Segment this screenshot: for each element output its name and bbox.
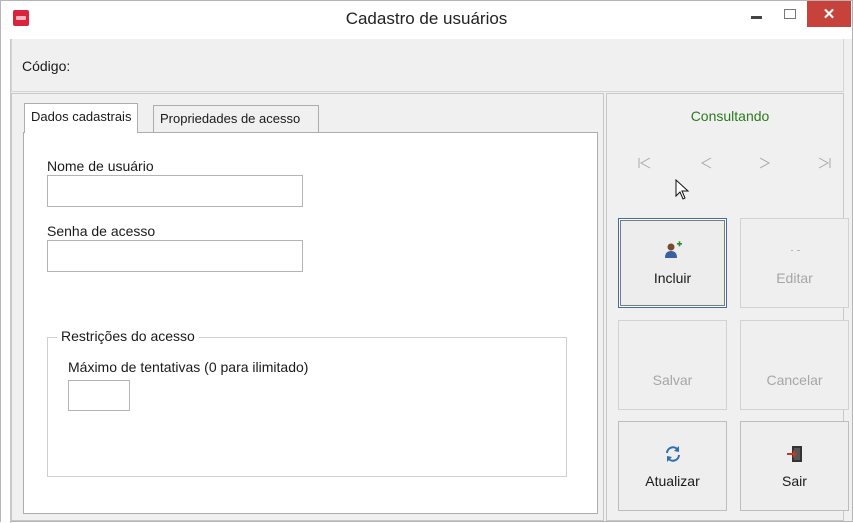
include-button[interactable]: Incluir bbox=[618, 218, 727, 308]
window-title: Cadastro de usuários bbox=[345, 9, 508, 28]
previous-record-icon[interactable] bbox=[700, 157, 712, 169]
password-input[interactable] bbox=[47, 240, 303, 272]
window-left-edge bbox=[1, 39, 11, 523]
code-row: Código: bbox=[11, 39, 844, 92]
include-button-label: Incluir bbox=[653, 270, 692, 286]
next-record-icon[interactable] bbox=[759, 157, 771, 169]
minimize-button[interactable] bbox=[741, 1, 771, 27]
add-user-icon bbox=[663, 240, 683, 262]
last-record-icon[interactable] bbox=[817, 157, 831, 169]
max-attempts-label: Máximo de tentativas (0 para ilimitado) bbox=[68, 359, 309, 375]
first-record-icon[interactable] bbox=[638, 157, 652, 169]
save-button-label: Salvar bbox=[652, 372, 693, 388]
refresh-button-label: Atualizar bbox=[645, 473, 700, 489]
exit-button[interactable]: Sair bbox=[740, 421, 849, 511]
cancel-button-label: Cancelar bbox=[766, 372, 823, 388]
username-input[interactable] bbox=[47, 175, 303, 207]
close-icon: ✕ bbox=[822, 6, 836, 23]
tab-dados-cadastrais[interactable]: Dados cadastrais bbox=[24, 103, 139, 133]
password-label: Senha de acesso bbox=[47, 223, 156, 239]
save-button[interactable]: Salvar bbox=[618, 320, 727, 410]
edit-button-label: Editar bbox=[776, 270, 813, 286]
maximize-icon bbox=[784, 9, 796, 19]
tab-propriedades-de-acesso[interactable]: Propriedades de acesso bbox=[153, 105, 319, 132]
maximize-button[interactable] bbox=[775, 1, 805, 27]
exit-door-icon bbox=[786, 443, 803, 465]
mouse-cursor-icon bbox=[675, 179, 690, 200]
minimize-icon bbox=[750, 15, 762, 19]
username-label: Nome de usuário bbox=[47, 158, 154, 174]
edit-button[interactable]: Editar bbox=[740, 218, 849, 308]
title-bar: Cadastro de usuários ✕ bbox=[1, 1, 852, 39]
close-button[interactable]: ✕ bbox=[807, 1, 851, 27]
max-attempts-input[interactable] bbox=[68, 380, 130, 411]
code-label: Código: bbox=[22, 58, 71, 74]
exit-button-label: Sair bbox=[782, 473, 807, 489]
cancel-button[interactable]: Cancelar bbox=[740, 320, 849, 410]
refresh-icon bbox=[664, 443, 682, 465]
refresh-button[interactable]: Atualizar bbox=[618, 421, 727, 511]
access-restrictions-legend: Restrições do acesso bbox=[57, 328, 199, 344]
status-label: Consultando bbox=[690, 108, 770, 124]
user-registration-window: Cadastro de usuários ✕ Código: Dados cad… bbox=[0, 0, 853, 523]
edit-icon bbox=[785, 240, 805, 262]
